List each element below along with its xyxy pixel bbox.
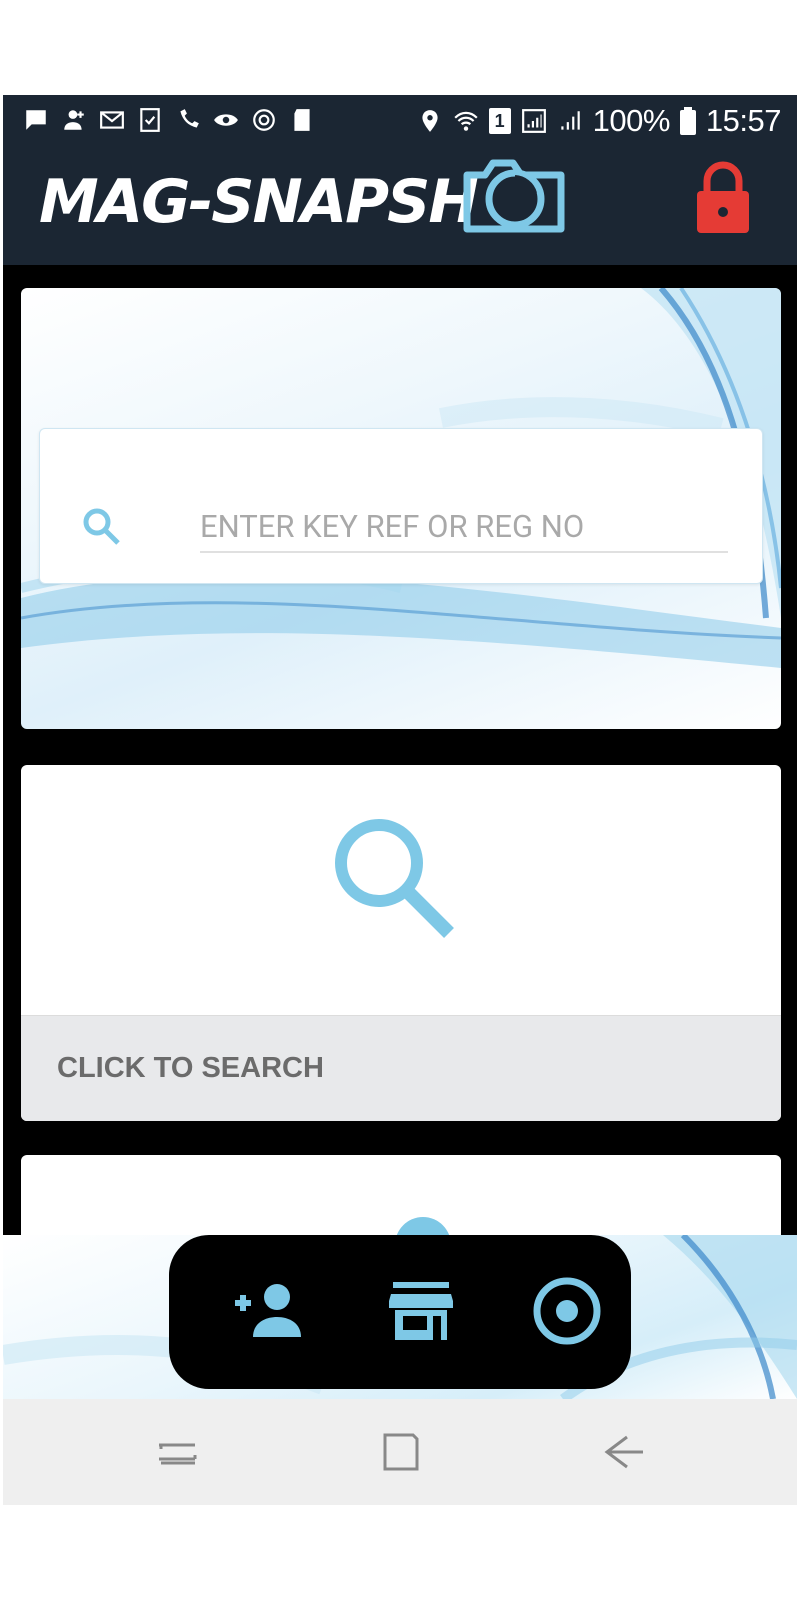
- wifi-icon: [454, 111, 478, 131]
- sync-icon: [253, 109, 275, 131]
- sd-card-icon: [294, 109, 310, 131]
- click-to-search-label: CLICK TO SEARCH: [57, 1052, 324, 1084]
- system-nav-bar: [3, 1399, 797, 1505]
- record-button[interactable]: [527, 1271, 607, 1351]
- recent-apps-icon[interactable]: [153, 1427, 203, 1477]
- camera-icon: [463, 159, 565, 233]
- home-icon[interactable]: [375, 1427, 425, 1477]
- wifi-call-icon: [180, 109, 199, 128]
- action-bar: [169, 1235, 631, 1389]
- signal-icon: [521, 109, 546, 133]
- phone-screen: 1 100% 15:57 MAG-SNAPSH ENTER KEY REF OR…: [3, 95, 797, 1505]
- message-icon: [26, 110, 46, 130]
- signal-2-icon: [560, 111, 580, 130]
- status-bar: 1 100% 15:57: [3, 95, 797, 151]
- location-icon: [422, 110, 438, 132]
- sim-icon: 1: [488, 108, 511, 134]
- add-person-icon: [235, 1284, 301, 1337]
- search-box: [39, 428, 763, 584]
- search-icon: [83, 508, 120, 545]
- system-status: 1 100% 15:57: [417, 103, 782, 139]
- record-icon: [533, 1277, 601, 1345]
- back-icon[interactable]: [599, 1427, 649, 1477]
- search-icon: [335, 819, 454, 938]
- lock-icon[interactable]: [693, 161, 753, 237]
- store-icon: [389, 1282, 453, 1340]
- search-input[interactable]: [200, 501, 728, 553]
- task-icon: [140, 108, 160, 132]
- app-logo-text: MAG-SNAPSH: [39, 167, 479, 237]
- add-person-button[interactable]: [231, 1271, 311, 1351]
- search-card: [21, 288, 781, 729]
- gmail-icon: [100, 111, 124, 129]
- click-to-search-footer[interactable]: CLICK TO SEARCH: [21, 1015, 781, 1121]
- click-to-search-card[interactable]: CLICK TO SEARCH: [21, 765, 781, 1121]
- clock: 15:57: [705, 103, 782, 138]
- visibility-icon: [214, 114, 238, 126]
- app-bar: MAG-SNAPSH: [3, 151, 797, 265]
- battery-icon: [679, 107, 696, 135]
- battery-percent: 100%: [592, 103, 671, 138]
- add-contact-icon: [64, 110, 84, 130]
- notification-icons: [23, 107, 315, 133]
- store-button[interactable]: [381, 1271, 461, 1351]
